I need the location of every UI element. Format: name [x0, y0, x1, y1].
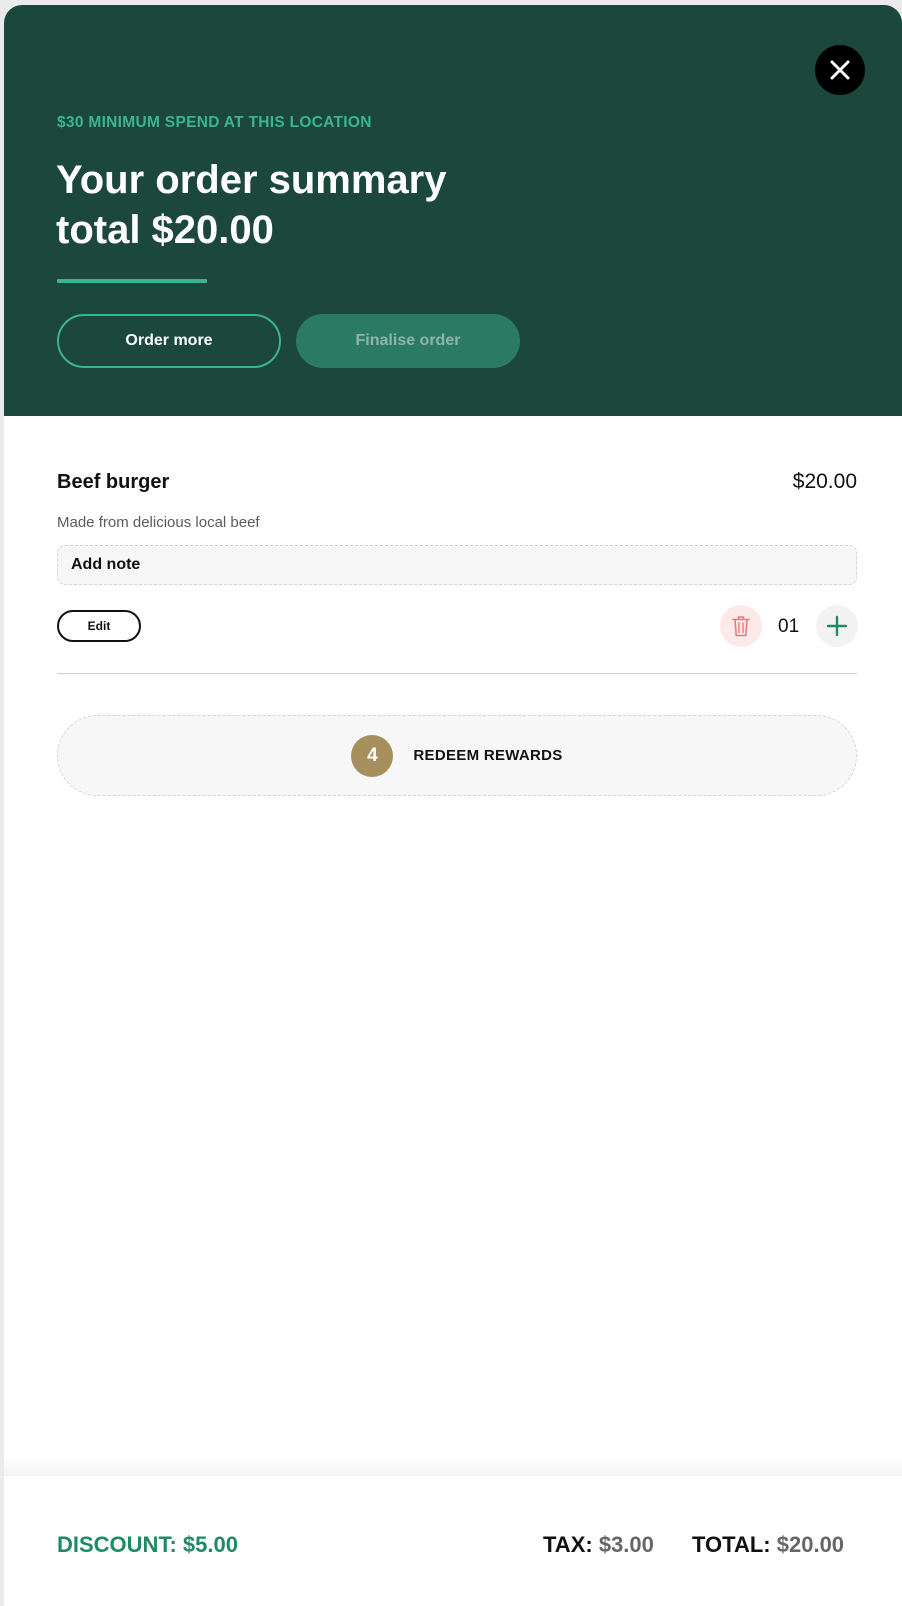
trash-icon: [732, 616, 750, 637]
finalise-order-button[interactable]: Finalise order: [296, 314, 520, 368]
order-more-button[interactable]: Order more: [57, 314, 281, 368]
order-summary-panel: $30 MINIMUM SPEND AT THIS LOCATION Your …: [4, 5, 902, 1606]
close-button[interactable]: [815, 45, 865, 95]
item-price: $20.00: [792, 470, 857, 493]
order-summary-header: $30 MINIMUM SPEND AT THIS LOCATION Your …: [4, 5, 902, 416]
add-note-button[interactable]: Add note: [57, 545, 857, 585]
order-totals-footer: DISCOUNT: $5.00 TAX: $3.00 TOTAL: $20.00: [4, 1475, 902, 1606]
discount-amount: DISCOUNT: $5.00: [57, 1532, 238, 1557]
total-label: TOTAL:: [692, 1532, 771, 1557]
tax-amount: TAX: $3.00: [543, 1532, 654, 1558]
item-quantity: 01: [778, 616, 800, 637]
page-title: Your order summary total $20.00: [56, 158, 447, 252]
item-description: Made from delicious local beef: [57, 514, 260, 531]
increase-quantity-button[interactable]: [816, 605, 858, 647]
item-name: Beef burger: [57, 471, 170, 493]
edit-item-button[interactable]: Edit: [57, 610, 141, 642]
rewards-count-badge: 4: [351, 734, 394, 777]
plus-icon: [826, 615, 848, 637]
total-amount: TOTAL: $20.00: [692, 1532, 844, 1558]
delete-item-button[interactable]: [720, 605, 762, 647]
title-underline: [57, 279, 207, 283]
item-divider: [57, 673, 857, 674]
tax-label: TAX:: [543, 1532, 593, 1557]
tax-value: $3.00: [598, 1532, 654, 1557]
footer-shadow: [4, 1455, 902, 1475]
total-value: $20.00: [776, 1532, 845, 1557]
redeem-rewards-button[interactable]: 4 REDEEM REWARDS: [57, 715, 857, 796]
close-icon: [830, 60, 850, 80]
redeem-rewards-label: REDEEM REWARDS: [413, 747, 563, 764]
add-note-label: Add note: [71, 556, 141, 573]
minimum-spend-notice: $30 MINIMUM SPEND AT THIS LOCATION: [57, 114, 372, 131]
